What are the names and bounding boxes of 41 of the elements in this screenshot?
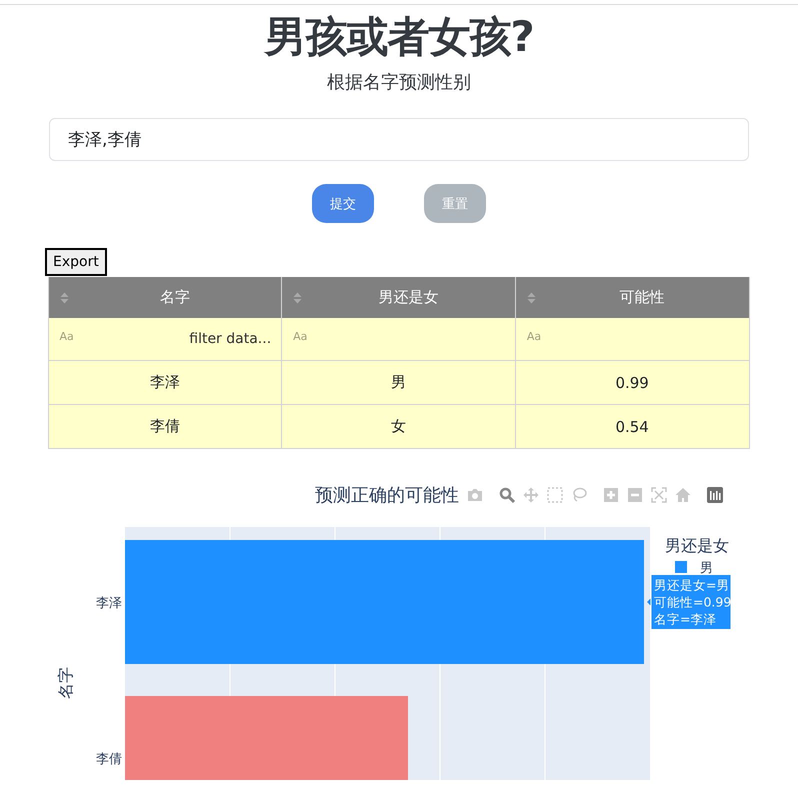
legend-label[interactable]: 男 (700, 561, 713, 576)
page-subtitle: 根据名字预测性别 (327, 71, 471, 95)
chart-title: 预测正确的可能性 (315, 484, 459, 507)
bar-chart-logo-icon[interactable] (707, 487, 723, 503)
bar[interactable] (125, 540, 644, 664)
box-select-icon[interactable] (547, 487, 563, 503)
table-cell: 女 (282, 405, 516, 449)
zoom-icon[interactable] (499, 487, 515, 503)
table-cell: 李泽 (48, 361, 282, 405)
camera-icon[interactable] (467, 487, 483, 503)
submit-button[interactable]: 提交 (312, 184, 374, 223)
sort-icon[interactable] (60, 292, 68, 304)
case-toggle[interactable]: Aa (526, 330, 542, 343)
table-cell: 0.54 (516, 405, 750, 449)
hover-tooltip: 男还是女=男 可能性=0.99 名字=李泽 (647, 574, 732, 630)
autoscale-icon[interactable] (651, 487, 667, 503)
case-toggle[interactable]: Aa (60, 330, 74, 343)
reset-button[interactable]: 重置 (424, 184, 486, 223)
table-cell: 李倩 (48, 405, 282, 449)
page-title: 男孩或者女孩? (264, 11, 534, 63)
bar[interactable] (125, 696, 408, 780)
sort-icon[interactable] (293, 292, 302, 304)
lasso-icon[interactable] (571, 487, 587, 503)
table-cell: 男 (282, 361, 516, 405)
zoom-in-icon[interactable] (603, 487, 619, 503)
filter-field[interactable]: Aa (516, 318, 750, 361)
category-label: 李泽 (96, 596, 122, 611)
filter-field[interactable]: Aa filter data... (48, 318, 282, 361)
zoom-out-icon[interactable] (627, 487, 643, 503)
filter-field[interactable]: Aa (282, 318, 516, 361)
legend-swatch[interactable] (675, 561, 687, 573)
axis-title: 名字 (56, 667, 75, 699)
table-cell: 0.99 (516, 361, 750, 405)
sort-icon[interactable] (526, 292, 536, 304)
home-icon[interactable] (675, 487, 691, 503)
legend-title: 男还是女 (665, 536, 729, 555)
export-button[interactable]: Export (45, 248, 107, 276)
case-toggle[interactable]: Aa (293, 330, 308, 343)
move-icon[interactable] (523, 487, 539, 503)
name-input-field[interactable]: 李泽,李倩 (49, 118, 749, 161)
category-label: 李倩 (96, 752, 122, 767)
